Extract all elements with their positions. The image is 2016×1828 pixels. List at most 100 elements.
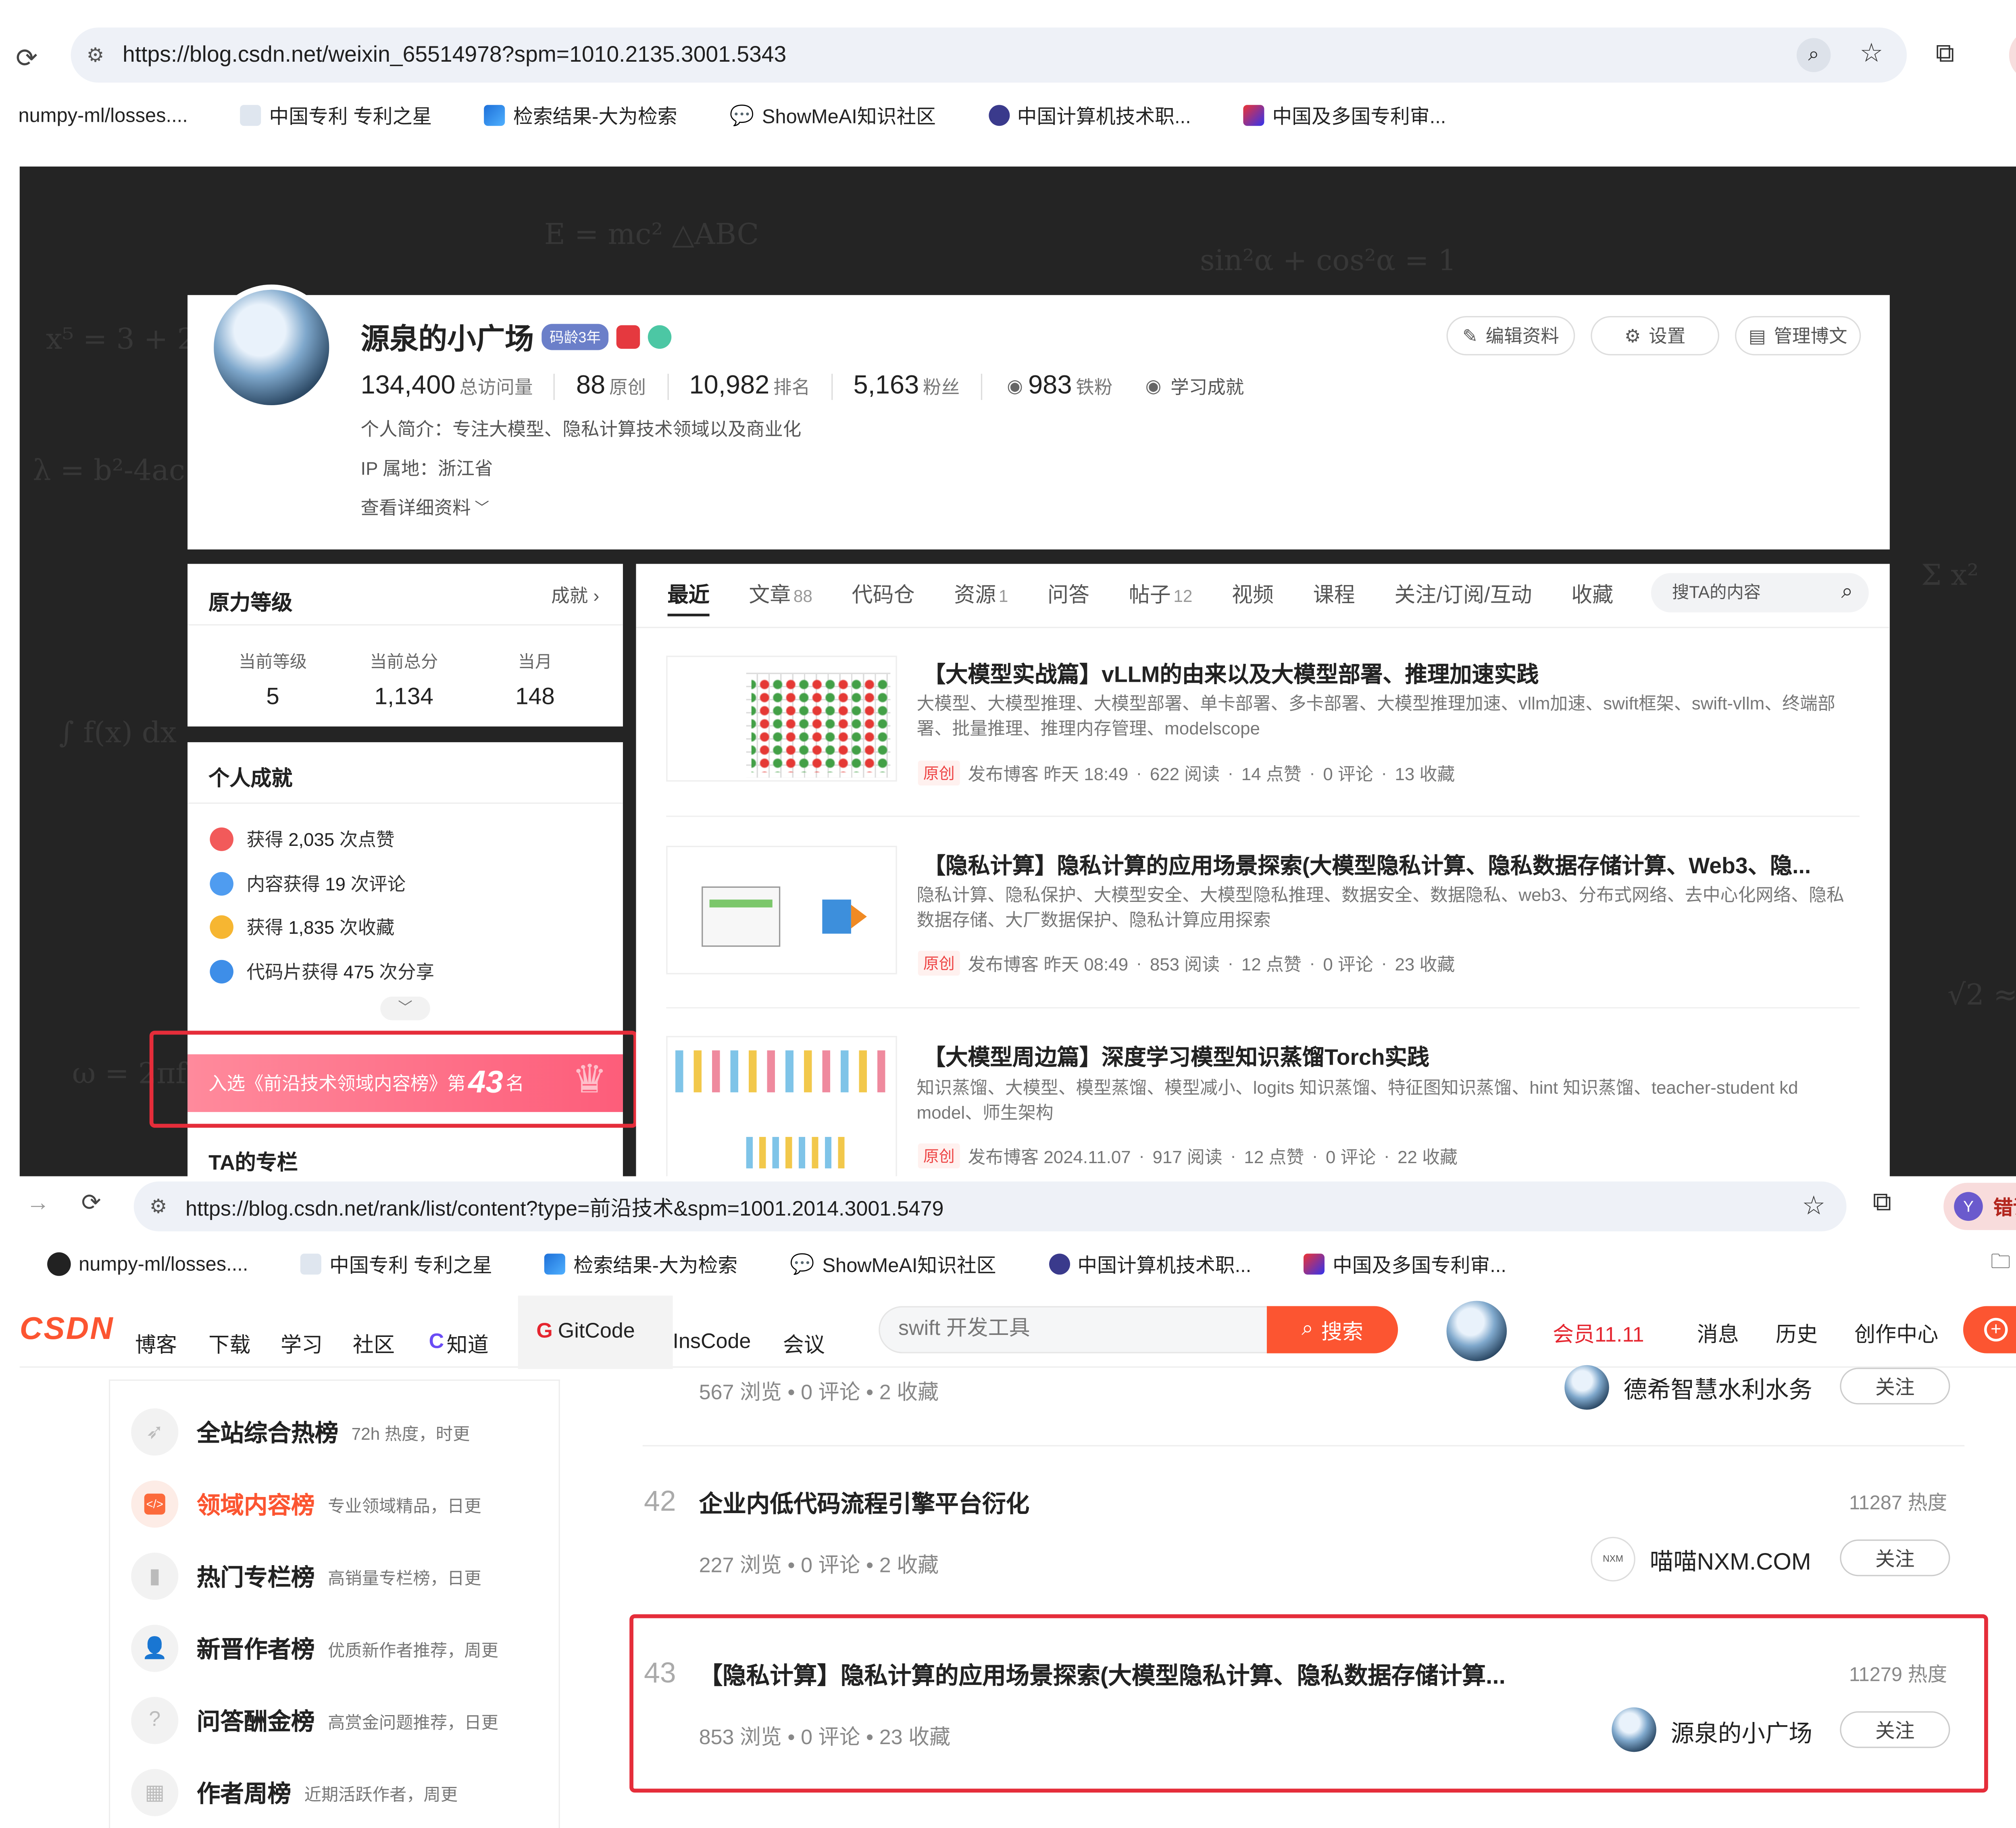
member-promo[interactable]: 会员11.11 bbox=[1553, 1317, 1644, 1348]
ach-num: 2,035 bbox=[288, 829, 335, 850]
bookmark-patent-star[interactable]: 中国专利 专利之星 bbox=[300, 1250, 492, 1278]
search-icon[interactable]: ⌕ bbox=[1841, 573, 1853, 612]
manage-posts-button[interactable]: ▤ 管理博文 bbox=[1735, 316, 1861, 356]
learning-achievement[interactable]: ◉ 学习成就 bbox=[1141, 373, 1244, 399]
nav-inscode[interactable]: InsCode bbox=[673, 1331, 783, 1355]
rank-menu-new-authors[interactable]: 👤 新晋作者榜 优质新作者推荐，周更 bbox=[131, 1624, 498, 1672]
extensions-icon[interactable]: ⧉ bbox=[1873, 1188, 1891, 1218]
publish-button[interactable]: +发 bbox=[1963, 1306, 2016, 1353]
follow-button[interactable]: 关注 bbox=[1840, 1368, 1950, 1405]
stat-original[interactable]: 88 原创 bbox=[576, 371, 646, 401]
tab-resources[interactable]: 资源 1 bbox=[954, 577, 1008, 608]
author-name[interactable]: 喵喵NXM.COM bbox=[1650, 1543, 1811, 1578]
extensions-icon[interactable]: ⧉ bbox=[1936, 40, 1954, 70]
csdn-search-input[interactable]: swift 开发工具 bbox=[879, 1306, 1272, 1353]
csdn-search-button[interactable]: ⌕ 搜索 bbox=[1266, 1306, 1398, 1353]
zoom-icon[interactable]: ⌕ bbox=[1796, 38, 1831, 72]
tab-posts[interactable]: 帖子 12 bbox=[1129, 577, 1193, 608]
view-details-link[interactable]: 查看详细资料 ﹀ bbox=[360, 494, 489, 521]
bookmark-numpy[interactable]: numpy-ml/losses.... bbox=[19, 104, 188, 127]
rank-item-title[interactable]: 企业内低代码流程引擎平台衍化 bbox=[699, 1486, 1030, 1520]
nav-blog[interactable]: 博客 bbox=[135, 1327, 208, 1359]
chalk-decoration: √2 ≈ 1.41 bbox=[1947, 979, 2016, 1012]
follow-button[interactable]: 关注 bbox=[1840, 1539, 1950, 1576]
nav-history[interactable]: 历史 bbox=[1776, 1317, 1818, 1348]
profile-avatar[interactable] bbox=[208, 284, 335, 411]
stat-iron-fans[interactable]: ◉ 983 铁粉 bbox=[1003, 371, 1112, 401]
content-search-input[interactable]: 搜TA的内容 ⌕ bbox=[1651, 573, 1869, 612]
bookmark-multi-patent[interactable]: 中国及多国专利审... bbox=[1304, 1250, 1506, 1278]
profile-error-chip[interactable]: Y 错误 bbox=[1943, 1183, 2016, 1230]
bookmark-star-icon[interactable]: ☆ bbox=[1860, 37, 1883, 69]
nav-messages[interactable]: 消息 bbox=[1697, 1317, 1739, 1348]
nav-creation-center[interactable]: 创作中心 bbox=[1854, 1317, 1938, 1348]
author-avatar[interactable]: NXM bbox=[1591, 1537, 1635, 1582]
rank-menu-domain-content[interactable]: </> 领域内容榜 专业领域精品，日更 bbox=[131, 1480, 481, 1528]
tab-qa[interactable]: 问答 bbox=[1048, 577, 1089, 608]
tab-follow[interactable]: 关注/订阅/互动 bbox=[1394, 577, 1532, 608]
profile-name[interactable]: 源泉的小广场 bbox=[360, 316, 533, 358]
nav-conference[interactable]: 会议 bbox=[783, 1327, 849, 1359]
bookmark-patent-star[interactable]: 中国专利 专利之星 bbox=[240, 102, 432, 129]
bookmark-showmeai[interactable]: 💬 ShowMeAI知识社区 bbox=[730, 102, 936, 129]
bookmark-dawei[interactable]: 检索结果-大为检索 bbox=[484, 102, 677, 129]
post-title[interactable]: 【大模型周边篇】深度学习模型知识蒸馏Torch实践 bbox=[923, 1039, 1868, 1071]
settings-button[interactable]: ⚙ 设置 bbox=[1591, 316, 1720, 356]
bookmark-label: ShowMeAI知识社区 bbox=[822, 1254, 996, 1277]
site-info-icon[interactable]: ⚙ bbox=[150, 1195, 167, 1218]
stat-visits[interactable]: 134,400 总访问量 bbox=[360, 371, 533, 401]
achievements-link[interactable]: 成就 › bbox=[551, 582, 599, 608]
nav-learn[interactable]: 学习 bbox=[281, 1327, 353, 1359]
tab-videos[interactable]: 视频 bbox=[1232, 577, 1274, 608]
post-thumbnail-table[interactable] bbox=[666, 656, 897, 782]
reload-icon[interactable]: ⟳ bbox=[16, 42, 38, 75]
bookmark-showmeai[interactable]: 💬 ShowMeAI知识社区 bbox=[790, 1250, 996, 1278]
bookmark-label: 中国专利 专利之星 bbox=[329, 1254, 492, 1277]
bookmark-multi-patent[interactable]: 中国及多国专利审... bbox=[1243, 102, 1446, 129]
tab-courses[interactable]: 课程 bbox=[1313, 577, 1355, 608]
nav-gitcode[interactable]: G GitCode bbox=[518, 1295, 673, 1369]
author-name[interactable]: 德希智慧水利水务 bbox=[1624, 1372, 1812, 1406]
tab-code-repo[interactable]: 代码仓 bbox=[852, 577, 914, 608]
bottom-url-text[interactable]: https://blog.csdn.net/rank/list/content?… bbox=[185, 1191, 943, 1222]
rank-menu-hot-columns[interactable]: ▮ 热门专栏榜 高销量专栏榜，日更 bbox=[131, 1552, 481, 1600]
edit-profile-button[interactable]: ✎ 编辑资料 bbox=[1446, 316, 1575, 356]
stat-rank[interactable]: 10,982 排名 bbox=[689, 371, 810, 401]
post-title[interactable]: 【大模型实战篇】vLLM的由来以及大模型部署、推理加速实践 bbox=[923, 656, 1868, 688]
expand-achievements-button[interactable]: ﹀ bbox=[380, 996, 430, 1020]
tab-count: 88 bbox=[793, 586, 812, 606]
tab-recent[interactable]: 最近 bbox=[668, 577, 710, 608]
nav-zhidao[interactable]: C 知道 bbox=[429, 1327, 518, 1359]
top-address-bar[interactable]: ⚙ https://blog.csdn.net/weixin_65514978?… bbox=[71, 27, 1907, 83]
bookmark-ccf[interactable]: 中国计算机技术职... bbox=[988, 102, 1191, 129]
bookmark-ccf[interactable]: 中国计算机技术职... bbox=[1048, 1250, 1251, 1278]
author-avatar[interactable] bbox=[1564, 1365, 1609, 1410]
csdn-logo[interactable]: CSDN bbox=[20, 1312, 114, 1348]
bookmark-numpy[interactable]: numpy-ml/losses.... bbox=[47, 1252, 248, 1276]
bottom-address-bar[interactable]: ⚙ https://blog.csdn.net/rank/list/conten… bbox=[133, 1181, 1847, 1232]
rank-menu-site-hot[interactable]: ➶ 全站综合热榜 72h 热度，时更 bbox=[131, 1408, 470, 1456]
nav-user-avatar[interactable] bbox=[1446, 1301, 1507, 1362]
post-title[interactable]: 【隐私计算】隐私计算的应用场景探索(大模型隐私计算、隐私数据存储计算、Web3、… bbox=[923, 847, 1854, 880]
all-bookmarks-folder[interactable]: 🗀所 bbox=[1991, 1248, 2016, 1281]
tab-articles[interactable]: 文章 88 bbox=[749, 577, 812, 608]
post-thumbnail-diagram[interactable] bbox=[666, 845, 897, 974]
bookmark-dawei[interactable]: 检索结果-大为检索 bbox=[545, 1250, 737, 1278]
diagram-bar bbox=[709, 899, 773, 908]
post-thumbnail-bars[interactable] bbox=[666, 1036, 897, 1176]
reload-icon[interactable]: ⟳ bbox=[81, 1189, 101, 1217]
top-url-text[interactable]: https://blog.csdn.net/weixin_65514978?sp… bbox=[123, 42, 786, 68]
nav-download[interactable]: 下载 bbox=[208, 1327, 281, 1359]
ach-text: 次评论 bbox=[350, 873, 406, 895]
star-badge-icon bbox=[210, 915, 233, 939]
nav-community[interactable]: 社区 bbox=[353, 1327, 429, 1359]
bookmark-star-icon[interactable]: ☆ bbox=[1802, 1189, 1825, 1222]
back-arrow-icon[interactable]: → bbox=[26, 1189, 50, 1217]
rank-menu-qa-bounty[interactable]: ? 问答酬金榜 高赏金问题推荐，日更 bbox=[131, 1697, 498, 1744]
rank-menu-author-weekly[interactable]: ▦ 作者周榜 近期活跃作者，周更 bbox=[131, 1769, 458, 1816]
verified-icon bbox=[648, 325, 672, 349]
stat-fans[interactable]: 5,163 粉丝 bbox=[853, 371, 960, 401]
site-info-icon[interactable]: ⚙ bbox=[87, 43, 104, 67]
tab-count: 12 bbox=[1173, 586, 1193, 606]
tab-favorites[interactable]: 收藏 bbox=[1571, 577, 1613, 608]
